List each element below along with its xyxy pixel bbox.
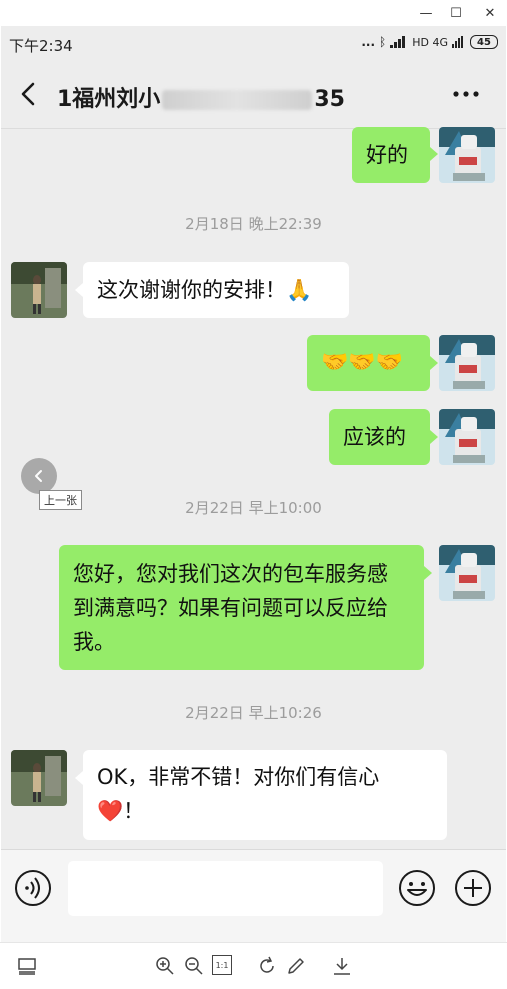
redacted-blur	[162, 90, 313, 110]
bubble-tail	[75, 771, 83, 785]
status-dots: ...	[361, 35, 376, 49]
message-text-line: ❤️！	[97, 794, 433, 828]
chat-title-prefix: 1福州刘小	[57, 87, 161, 112]
chevron-left-icon	[35, 470, 42, 482]
signal-icon-2	[452, 36, 463, 48]
chat-title: 1福州刘小 35	[57, 81, 345, 113]
maximize-icon: ☐	[450, 5, 462, 21]
phone-screen: 下午2:34 ... ᛒ HD 4G 45 1福州刘小 35 好的 2月18日 …	[1, 26, 506, 942]
network-type: HD 4G	[412, 35, 448, 49]
window-titlebar: — ☐ ✕	[0, 0, 507, 26]
message-bubble[interactable]: 🤝🤝🤝	[307, 335, 430, 391]
viewer-toolbar: 1:1	[0, 942, 507, 989]
close-button[interactable]: ✕	[480, 3, 500, 23]
message-bubble[interactable]: OK，非常不错！对你们有信心 ❤️！	[83, 750, 447, 840]
message-text: 这次谢谢你的安排！	[97, 278, 286, 302]
my-avatar[interactable]	[439, 335, 495, 391]
more-dots-icon[interactable]	[452, 90, 480, 98]
minimize-button[interactable]: —	[416, 3, 436, 23]
status-indicators: ... ᛒ HD 4G 45	[361, 35, 498, 49]
plus-icon[interactable]	[453, 868, 493, 908]
message-bubble[interactable]: 好的	[352, 127, 430, 183]
message-bubble[interactable]: 这次谢谢你的安排！🙏	[83, 262, 349, 318]
voice-icon[interactable]	[13, 868, 53, 908]
my-avatar[interactable]	[439, 409, 495, 465]
previous-image-tooltip: 上一张	[39, 490, 82, 510]
message-text-line: 我。	[73, 630, 115, 654]
actual-size-icon[interactable]: 1:1	[212, 955, 232, 975]
message-text: 好的	[366, 143, 408, 167]
status-bar: 下午2:34 ... ᛒ HD 4G 45	[1, 26, 506, 60]
input-bar	[1, 849, 506, 942]
close-icon: ✕	[484, 5, 496, 21]
message-timestamp: 2月22日 早上10:26	[185, 704, 322, 722]
maximize-button[interactable]: ☐	[446, 3, 466, 23]
thumbnail-icon[interactable]	[16, 955, 38, 977]
battery-indicator: 45	[470, 35, 498, 49]
bubble-tail	[430, 356, 438, 370]
zoom-in-icon[interactable]	[154, 955, 176, 977]
pray-emoji: 🙏	[286, 278, 313, 302]
my-avatar[interactable]	[439, 545, 495, 601]
previous-image-button[interactable]	[21, 458, 57, 494]
contact-avatar[interactable]	[11, 750, 67, 806]
edit-icon[interactable]	[285, 955, 307, 977]
message-timestamp: 2月18日 晚上22:39	[185, 215, 322, 233]
bubble-tail	[430, 147, 438, 161]
download-icon[interactable]	[331, 955, 353, 977]
status-time: 下午2:34	[9, 37, 73, 55]
handshake-emoji: 🤝🤝🤝	[321, 350, 404, 375]
message-bubble[interactable]: 您好，您对我们这次的包车服务感 到满意吗？如果有问题可以反应给 我。	[59, 545, 424, 670]
bubble-tail	[75, 283, 83, 297]
message-text-line: 到满意吗？如果有问题可以反应给	[73, 596, 388, 620]
message-text: 应该的	[343, 425, 406, 449]
bubble-tail	[430, 430, 438, 444]
message-text-line: 您好，您对我们这次的包车服务感	[73, 562, 388, 586]
contact-avatar[interactable]	[11, 262, 67, 318]
zoom-out-icon[interactable]	[183, 955, 205, 977]
chevron-left-icon[interactable]	[15, 79, 43, 109]
bubble-tail	[424, 566, 432, 580]
bluetooth-icon: ᛒ	[379, 35, 387, 49]
rotate-icon[interactable]	[256, 955, 278, 977]
chat-header: 1福州刘小 35	[1, 60, 506, 129]
heart-emoji: ❤️	[97, 799, 124, 823]
chat-title-suffix: 35	[314, 87, 345, 112]
signal-icon	[390, 36, 406, 48]
emoji-icon[interactable]	[397, 868, 437, 908]
minimize-icon: —	[419, 5, 433, 21]
message-bubble[interactable]: 应该的	[329, 409, 430, 465]
my-avatar[interactable]	[439, 127, 495, 183]
message-input[interactable]	[68, 861, 383, 916]
message-text-line: OK，非常不错！对你们有信心	[97, 765, 380, 789]
message-text: ！	[123, 799, 145, 823]
